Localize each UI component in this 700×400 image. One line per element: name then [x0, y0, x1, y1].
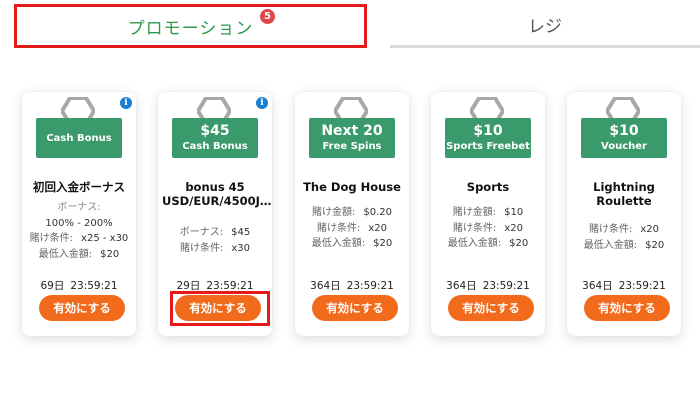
promo-card-dog-house: Next 20 Free Spins The Dog House 賭け金額: $0…: [295, 92, 409, 336]
banner-amount: $10: [473, 123, 503, 139]
tab-promotion-label: プロモーション: [127, 18, 254, 39]
info-icon[interactable]: i: [120, 97, 132, 109]
promo-title: 初回入金ボーナス: [33, 180, 125, 194]
banner-label: Cash Bonus: [46, 132, 112, 144]
expiry-timer: 364日 23:59:21: [310, 280, 394, 292]
promo-details: ボーナス: $45 賭け条件: x30: [158, 225, 272, 256]
promo-title: bonus 45 USD/EUR/4500J…: [162, 180, 272, 208]
promo-card-lightning-roulette: $10 Voucher Lightning Roulette 賭け条件: x20 …: [567, 92, 681, 336]
info-icon[interactable]: i: [256, 97, 268, 109]
detail-row: 賭け条件: x25 - x30: [29, 233, 129, 244]
detail-row: 賭け金額: $10: [452, 207, 524, 218]
tab-underline: [390, 45, 700, 48]
detail-row: 賭け条件: x20: [316, 222, 388, 234]
promo-banner: Next 20 Free Spins: [309, 118, 395, 158]
expiry-timer: 364日 23:59:21: [446, 280, 530, 292]
promo-details: 賭け金額: $10 賭け条件: x20 最低入金額: $20: [431, 205, 545, 252]
promo-card-bonus-45: i $45 Cash Bonus bonus 45 USD/EUR/4500J……: [158, 92, 272, 336]
detail-bonus-value: 100% - 200%: [45, 217, 113, 229]
tab-cashier[interactable]: レジ: [390, 4, 700, 44]
expiry-timer: 364日 23:59:21: [582, 280, 666, 292]
promo-banner: Cash Bonus: [36, 118, 122, 158]
promo-card-sports: $10 Sports Freebet Sports 賭け金額: $10 賭け条件:…: [431, 92, 545, 336]
activate-button[interactable]: 有効にする: [312, 295, 398, 321]
promo-details: 賭け条件: x20 最低入金額: $20: [567, 222, 681, 253]
tab-cashier-label: レジ: [528, 16, 562, 37]
notification-badge: 5: [260, 9, 275, 24]
activate-button[interactable]: 有効にする: [39, 295, 125, 321]
expiry-timer: 69日 23:59:21: [40, 280, 118, 292]
banner-label: Free Spins: [322, 141, 382, 152]
banner-amount: $10: [609, 123, 639, 139]
activate-button[interactable]: 有効にする: [584, 295, 670, 321]
promo-title: The Dog House: [303, 180, 401, 194]
detail-bonus-label: ボーナス:: [57, 202, 101, 213]
banner-amount: Next 20: [321, 123, 383, 139]
promo-card-cash-bonus: i Cash Bonus 初回入金ボーナス ボーナス: 100% - 200% …: [22, 92, 136, 336]
tab-bar: プロモーション 5 レジ: [0, 0, 700, 54]
expiry-timer: 29日 23:59:21: [176, 280, 254, 292]
activate-button[interactable]: 有効にする: [175, 295, 261, 321]
promo-details: ボーナス: 100% - 200% 賭け条件: x25 - x30 最低入金額: $…: [22, 200, 136, 262]
detail-row: 賭け条件: x20: [588, 224, 660, 235]
detail-row: 賭け条件: x20: [452, 222, 524, 234]
promo-banner: $10 Voucher: [581, 118, 667, 158]
detail-row: 賭け条件: x30: [179, 242, 251, 254]
promo-banner: $45 Cash Bonus: [172, 118, 258, 158]
promo-title: Lightning Roulette: [593, 180, 655, 208]
detail-row: 賭け金額: $0.20: [311, 207, 392, 218]
detail-row: ボーナス: $45: [179, 227, 251, 238]
activate-button[interactable]: 有効にする: [448, 295, 534, 321]
detail-row: 最低入金額: $20: [447, 238, 529, 249]
banner-label: Sports Freebet: [446, 141, 530, 152]
detail-row: 最低入金額: $20: [583, 239, 665, 251]
detail-row: 最低入金額: $20: [38, 248, 120, 260]
banner-amount: $45: [200, 123, 230, 139]
promo-details: 賭け金額: $0.20 賭け条件: x20 最低入金額: $20: [295, 205, 409, 252]
banner-label: Voucher: [601, 141, 647, 152]
promo-banner: $10 Sports Freebet: [445, 118, 531, 158]
promo-title: Sports: [466, 180, 510, 194]
banner-label: Cash Bonus: [182, 141, 248, 152]
detail-row: 最低入金額: $20: [311, 238, 393, 249]
tab-promotion[interactable]: プロモーション 5: [14, 4, 367, 48]
